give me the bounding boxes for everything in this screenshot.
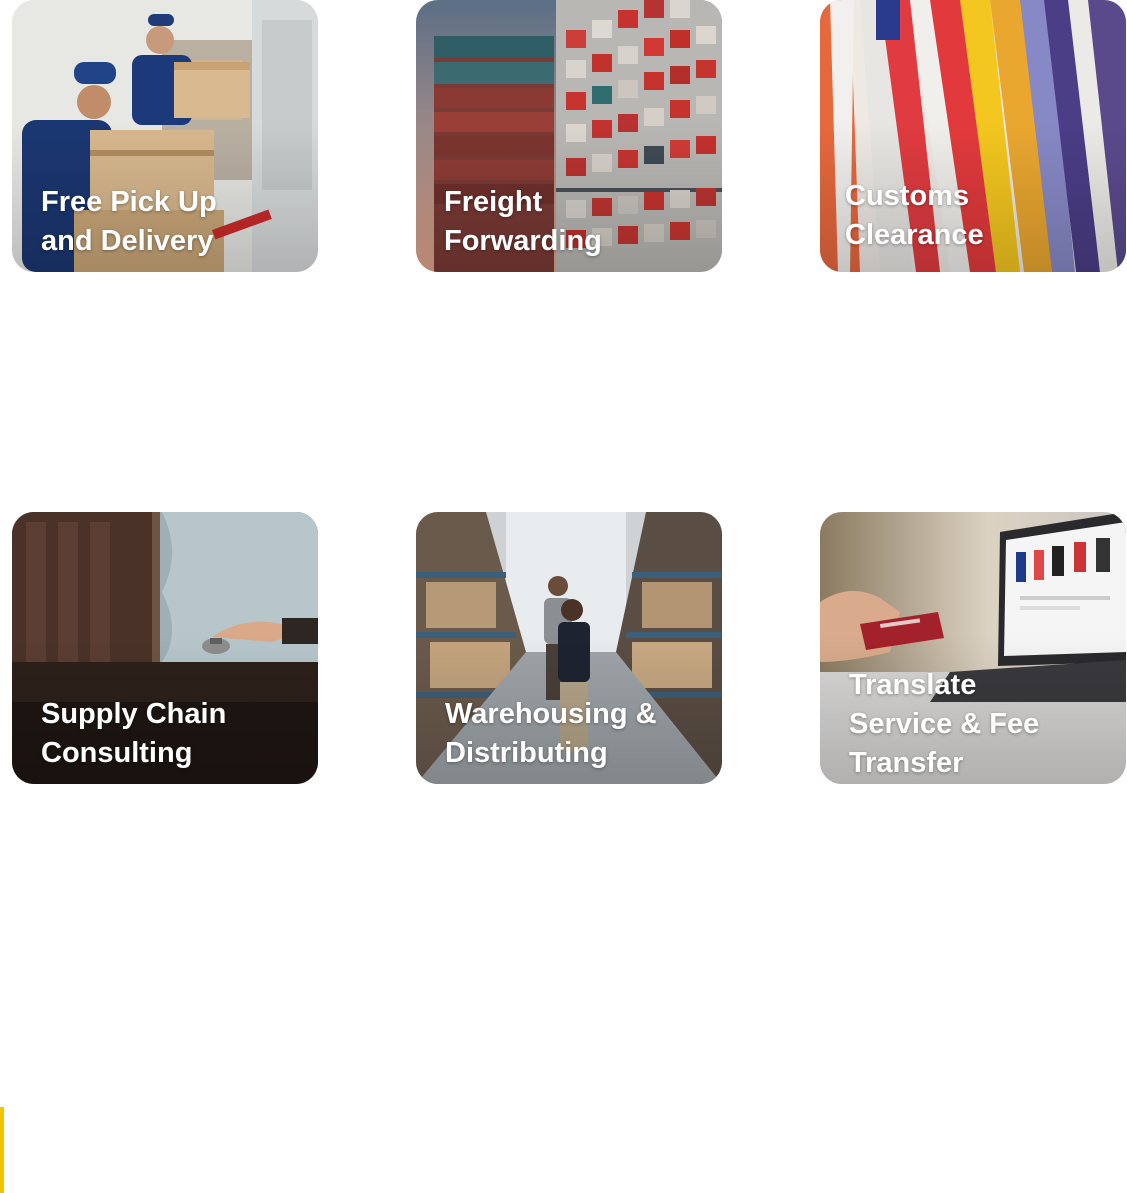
service-card-warehousing[interactable]: Warehousing & Distributing — [416, 512, 722, 784]
service-card-supply-chain-consulting[interactable]: Supply Chain Consulting — [12, 512, 318, 784]
service-title: Translate Service & Fee Transfer — [849, 669, 1040, 779]
service-card-freight-forwarding[interactable]: Freight Forwarding — [416, 0, 722, 272]
service-card-pickup-delivery[interactable]: Free Pick Up and Delivery — [12, 0, 318, 272]
service-title: Freight Forwarding — [444, 186, 602, 257]
accent-bar — [0, 1107, 4, 1193]
service-title: Supply Chain Consulting — [41, 698, 227, 769]
service-title: Warehousing & Distributing — [445, 698, 657, 769]
service-card-customs-clearance[interactable]: Customs Clearance — [820, 0, 1126, 272]
service-card-translate-fee-transfer[interactable]: Translate Service & Fee Transfer — [820, 512, 1126, 784]
service-title: Free Pick Up and Delivery — [41, 186, 217, 257]
service-title: Customs Clearance — [845, 180, 984, 251]
